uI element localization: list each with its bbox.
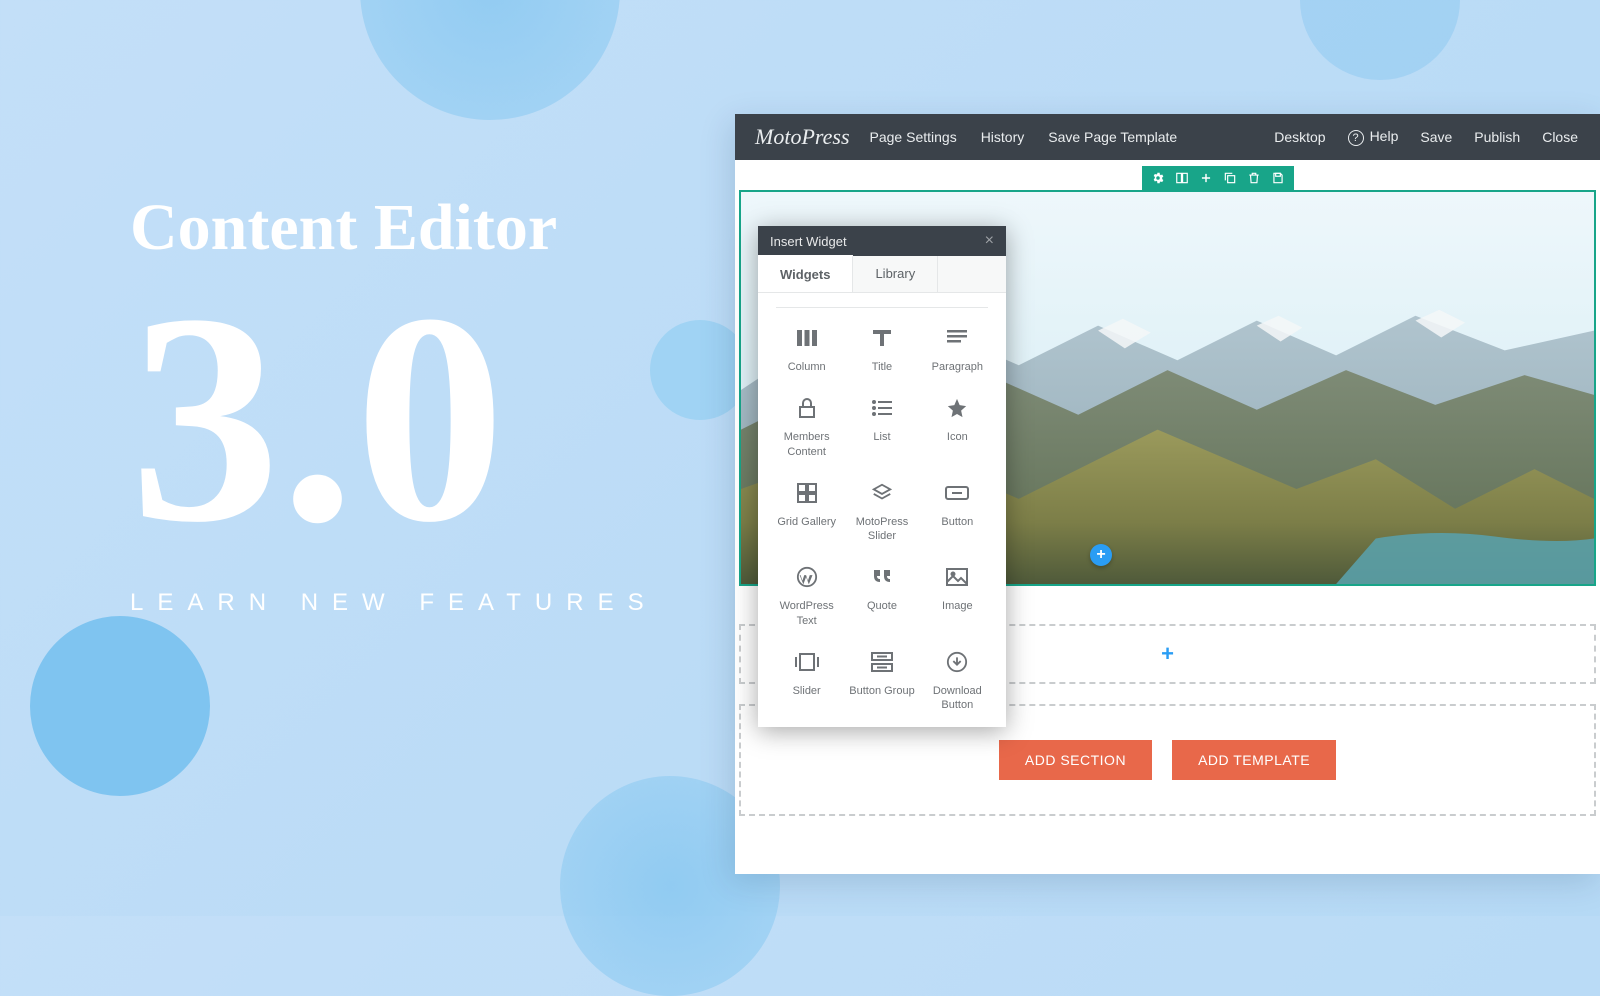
lock-icon	[793, 394, 821, 422]
button-icon	[943, 479, 971, 507]
layers-icon	[868, 479, 896, 507]
widget-icon[interactable]: Icon	[923, 394, 992, 459]
widget-label: List	[873, 430, 890, 444]
nav-save-template[interactable]: Save Page Template	[1048, 129, 1177, 145]
gear-icon[interactable]	[1150, 170, 1166, 186]
widget-download[interactable]: Download Button	[923, 648, 992, 713]
insert-widget-modal: Insert Widget × Widgets Library Column T…	[758, 226, 1006, 727]
widget-wptext[interactable]: WordPress Text	[772, 563, 841, 628]
widget-btngroup[interactable]: Button Group	[847, 648, 916, 713]
widget-button[interactable]: Button	[923, 479, 992, 544]
widget-label: Column	[788, 360, 826, 374]
grid-icon	[793, 479, 821, 507]
widget-label: Download Button	[923, 684, 992, 713]
widget-members[interactable]: Members Content	[772, 394, 841, 459]
tab-library[interactable]: Library	[853, 256, 938, 292]
quote-icon	[868, 563, 896, 591]
nav-page-settings[interactable]: Page Settings	[870, 129, 957, 145]
widget-label: Grid Gallery	[777, 515, 836, 529]
add-section-button[interactable]: ADD SECTION	[999, 740, 1152, 780]
widget-list[interactable]: Column Title Paragraph Members Content L…	[758, 293, 1006, 727]
nav-close[interactable]: Close	[1542, 129, 1578, 145]
widget-image[interactable]: Image	[923, 563, 992, 628]
star-icon	[943, 394, 971, 422]
hero: Content Editor 3.0 LEARN NEW FEATURES	[130, 190, 658, 617]
modal-title: Insert Widget	[770, 234, 847, 249]
title-icon	[868, 324, 896, 352]
widget-label: MotoPress Slider	[847, 515, 916, 544]
paragraph-icon	[943, 324, 971, 352]
add-element-button[interactable]: +	[1090, 544, 1112, 566]
tab-widgets[interactable]: Widgets	[758, 255, 853, 292]
divider	[776, 307, 988, 308]
widget-list[interactable]: List	[847, 394, 916, 459]
column-icon	[793, 324, 821, 352]
widget-label: Title	[872, 360, 892, 374]
button-group-icon	[868, 648, 896, 676]
widget-label: Icon	[947, 430, 968, 444]
add-template-button[interactable]: ADD TEMPLATE	[1172, 740, 1336, 780]
nav-desktop[interactable]: Desktop	[1274, 129, 1325, 145]
widget-title[interactable]: Title	[847, 324, 916, 374]
widget-label: Members Content	[772, 430, 841, 459]
nav-help-label: Help	[1370, 128, 1399, 144]
copy-icon[interactable]	[1222, 170, 1238, 186]
save-icon[interactable]	[1270, 170, 1286, 186]
trash-icon[interactable]	[1246, 170, 1262, 186]
widget-label: Button	[941, 515, 973, 529]
widget-label: Paragraph	[932, 360, 983, 374]
widget-label: Button Group	[849, 684, 914, 698]
nav-publish[interactable]: Publish	[1474, 129, 1520, 145]
help-icon: ?	[1348, 130, 1364, 146]
list-icon	[868, 394, 896, 422]
close-icon[interactable]: ×	[985, 232, 994, 250]
widget-label: Image	[942, 599, 973, 613]
widget-quote[interactable]: Quote	[847, 563, 916, 628]
bg-circle	[1300, 0, 1460, 80]
section-toolbar	[1142, 166, 1294, 190]
plus-icon[interactable]	[1198, 170, 1214, 186]
widget-label: Quote	[867, 599, 897, 613]
widget-mpslider[interactable]: MotoPress Slider	[847, 479, 916, 544]
download-icon	[943, 648, 971, 676]
nav-history[interactable]: History	[981, 129, 1025, 145]
widget-gallery[interactable]: Grid Gallery	[772, 479, 841, 544]
modal-header[interactable]: Insert Widget ×	[758, 226, 1006, 256]
image-icon	[943, 563, 971, 591]
brand-logo: MotoPress	[735, 124, 870, 150]
wordpress-icon	[793, 563, 821, 591]
slider-icon	[793, 648, 821, 676]
modal-tabs: Widgets Library	[758, 256, 1006, 293]
widget-label: Slider	[793, 684, 821, 698]
columns-icon[interactable]	[1174, 170, 1190, 186]
hero-tagline: LEARN NEW FEATURES	[130, 589, 658, 617]
widget-column[interactable]: Column	[772, 324, 841, 374]
editor-toolbar: MotoPress Page Settings History Save Pag…	[735, 114, 1600, 160]
nav-help[interactable]: ? Help	[1348, 128, 1399, 146]
nav-save[interactable]: Save	[1420, 129, 1452, 145]
bg-circle	[30, 616, 210, 796]
widget-label: WordPress Text	[772, 599, 841, 628]
bg-circle	[360, 0, 620, 120]
widget-paragraph[interactable]: Paragraph	[923, 324, 992, 374]
hero-version: 3.0	[130, 276, 658, 561]
widget-slider[interactable]: Slider	[772, 648, 841, 713]
